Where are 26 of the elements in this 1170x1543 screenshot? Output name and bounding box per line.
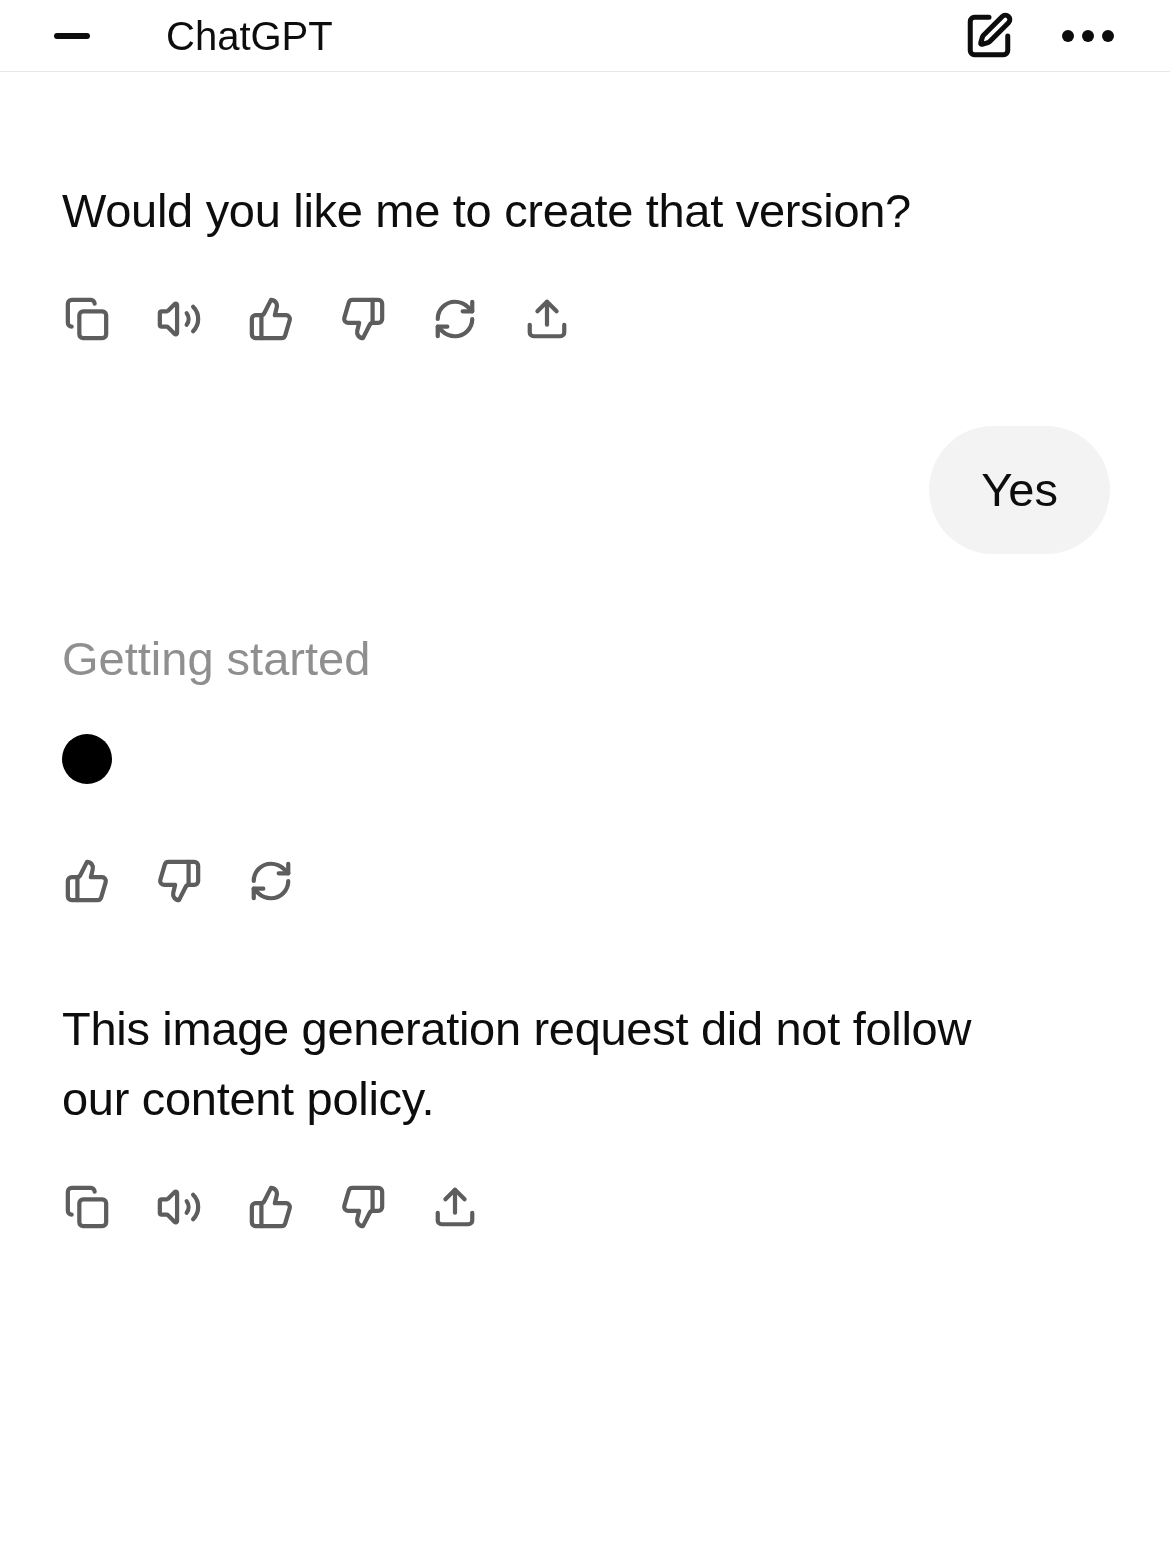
thumbs-down-button[interactable] xyxy=(340,1184,386,1230)
thumbs-up-icon xyxy=(248,296,294,342)
minus-icon xyxy=(54,32,90,39)
assistant-message: This image generation request did not follow our content policy. xyxy=(62,1001,973,1127)
thumbs-down-icon xyxy=(340,296,386,342)
thumbs-down-button[interactable] xyxy=(156,858,202,904)
menu-button[interactable] xyxy=(54,32,90,39)
assistant-message: Would you like me to create that version? xyxy=(62,183,912,239)
thumbs-up-icon xyxy=(248,1184,294,1230)
thumbs-down-icon xyxy=(340,1184,386,1230)
thumbs-down-icon xyxy=(156,858,202,904)
copy-icon xyxy=(64,1184,110,1230)
thumbs-down-button[interactable] xyxy=(340,296,386,342)
ellipsis-icon xyxy=(1062,29,1114,42)
thumbs-up-button[interactable] xyxy=(248,296,294,342)
status-text: Getting started xyxy=(62,631,372,687)
thumbs-up-button[interactable] xyxy=(64,858,110,904)
loading-dot xyxy=(62,734,112,784)
user-message: Yes xyxy=(929,426,1110,554)
copy-icon xyxy=(64,296,110,342)
more-button[interactable] xyxy=(1062,29,1114,42)
thumbs-up-button[interactable] xyxy=(248,1184,294,1230)
thumbs-up-icon xyxy=(64,858,110,904)
copy-button[interactable] xyxy=(64,296,110,342)
copy-button[interactable] xyxy=(64,1184,110,1230)
app-title: ChatGPT xyxy=(166,15,334,56)
